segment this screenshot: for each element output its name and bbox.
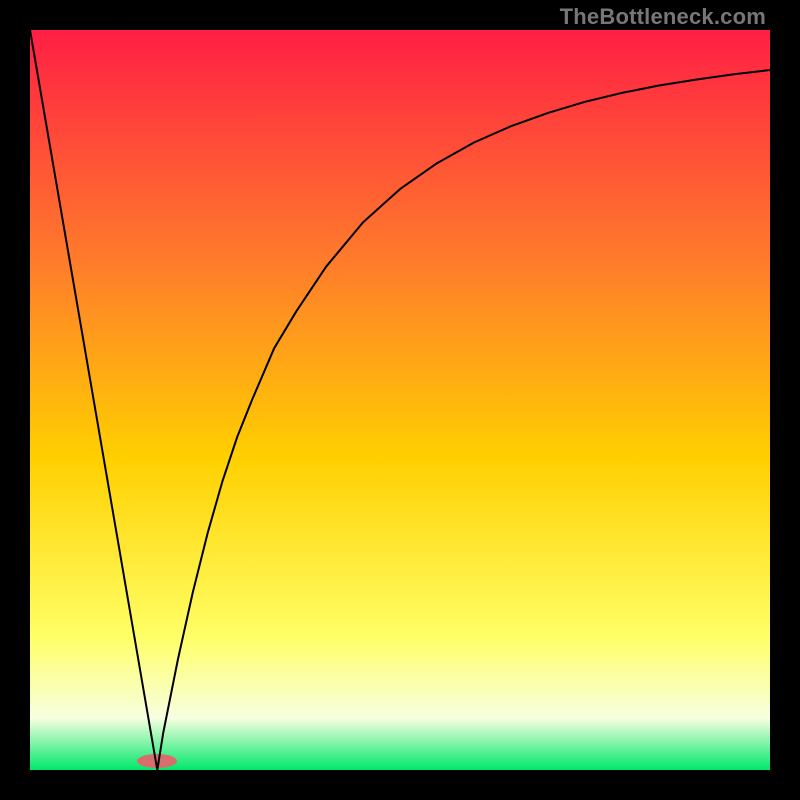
gradient-background — [30, 30, 770, 770]
chart-svg — [30, 30, 770, 770]
watermark-text: TheBottleneck.com — [560, 4, 766, 30]
plot-area — [30, 30, 770, 770]
outer-frame: TheBottleneck.com — [0, 0, 800, 800]
